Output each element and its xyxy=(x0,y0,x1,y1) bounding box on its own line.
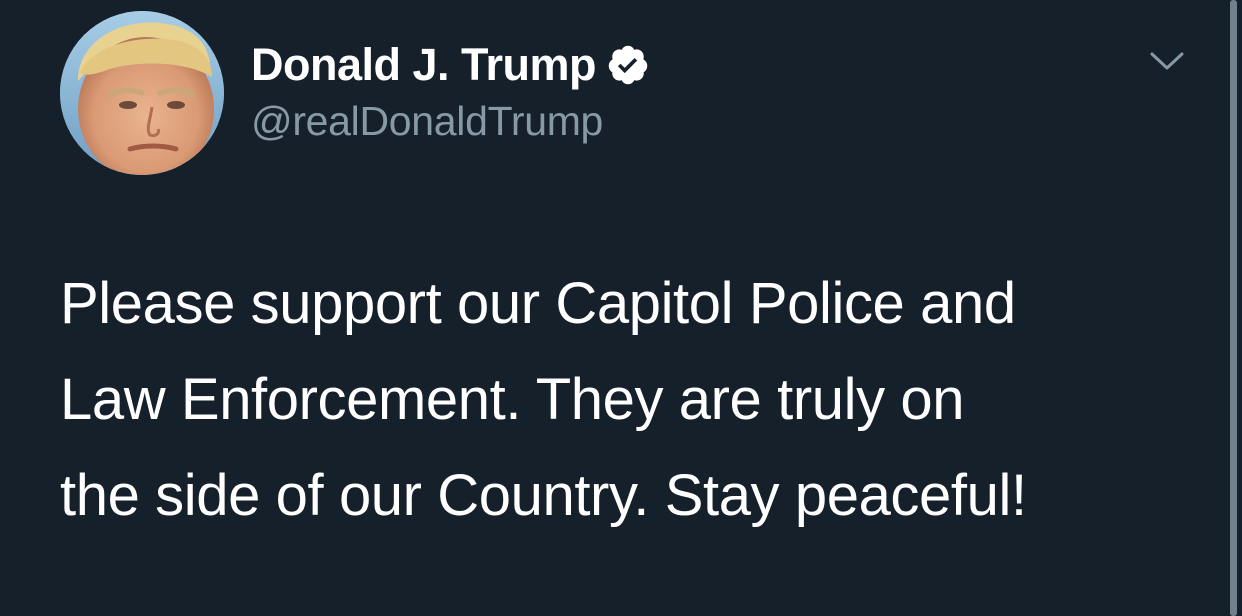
scrollbar-thumb[interactable] xyxy=(1230,0,1237,616)
avatar[interactable] xyxy=(60,11,224,175)
chevron-down-icon[interactable] xyxy=(1146,46,1188,76)
tweet-text-line: the side of our Country. Stay peaceful! xyxy=(60,463,1027,528)
user-handle[interactable]: @realDonaldTrump xyxy=(251,98,650,145)
tweet-card: Donald J. Trump @realDonaldTrump Please … xyxy=(0,0,1226,616)
display-name[interactable]: Donald J. Trump xyxy=(251,39,597,91)
avatar-image xyxy=(60,11,224,175)
scrollbar[interactable] xyxy=(1226,0,1242,616)
verified-badge-icon xyxy=(606,43,650,87)
tweet-text: Please support our Capitol Police and La… xyxy=(60,256,1200,544)
tweet-header: Donald J. Trump @realDonaldTrump xyxy=(251,36,650,145)
name-row: Donald J. Trump xyxy=(251,36,650,94)
tweet-text-line: Law Enforcement. They are truly on xyxy=(60,367,965,432)
tweet-text-line: Please support our Capitol Police and xyxy=(60,271,1016,336)
